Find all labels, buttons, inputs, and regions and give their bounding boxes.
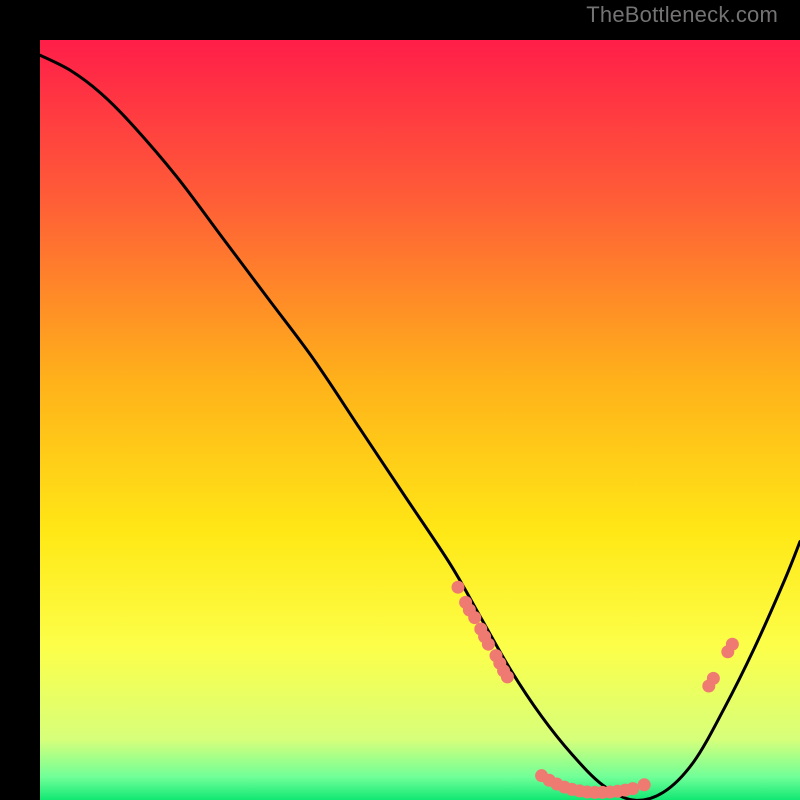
highlight-dot [468,611,481,624]
highlight-dot [726,638,739,651]
highlight-dot [707,672,720,685]
highlight-dot [501,670,514,683]
highlight-dot [626,782,639,795]
highlight-dot [482,638,495,651]
highlight-dot [452,581,465,594]
highlight-dot [638,778,651,791]
gradient-background [40,40,800,800]
chart-frame [20,20,780,780]
chart-svg [40,40,800,800]
watermark-text: TheBottleneck.com [586,2,778,28]
